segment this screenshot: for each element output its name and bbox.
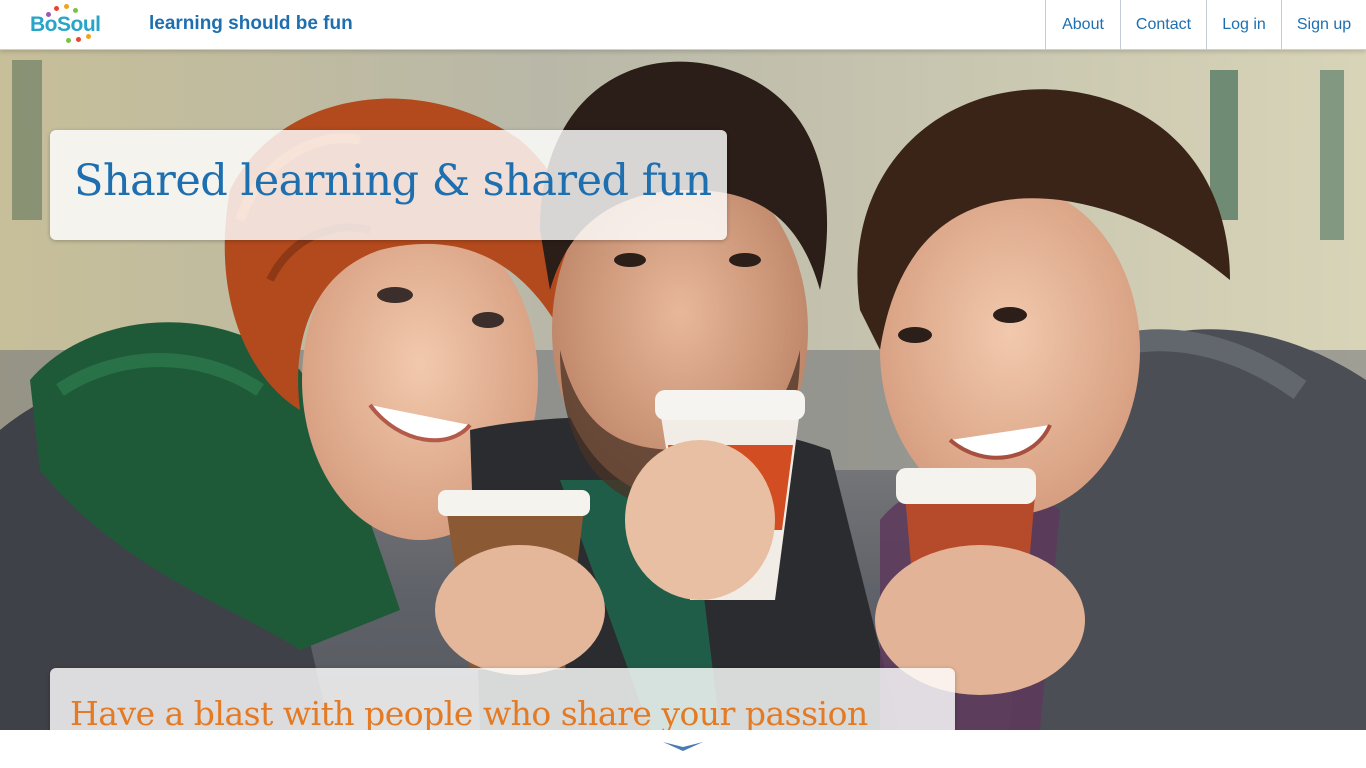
logo-dot (66, 38, 71, 43)
nav-login-link[interactable]: Log in (1206, 0, 1281, 50)
hero-subheadline: Have a blast with people who share your … (70, 694, 868, 730)
logo-dot (64, 4, 69, 9)
hero-headline: Shared learning & shared fun (74, 156, 712, 206)
subheadline-card: Have a blast with people who share your … (50, 668, 955, 730)
bosoul-logo[interactable]: BoSoul (28, 4, 118, 46)
nav-about-link[interactable]: About (1045, 0, 1120, 50)
nav-signup-link[interactable]: Sign up (1281, 0, 1366, 50)
site-tagline: learning should be fun (149, 13, 353, 34)
top-navigation-bar: BoSoul learning should be fun About Cont… (0, 0, 1366, 50)
main-nav: About Contact Log in Sign up (1045, 0, 1366, 50)
logo-text: BoSoul (30, 13, 101, 36)
headline-card: Shared learning & shared fun (50, 130, 727, 240)
logo-dot (76, 37, 81, 42)
chevron-down-icon[interactable] (662, 741, 704, 753)
logo-dot (54, 6, 59, 11)
nav-contact-link[interactable]: Contact (1120, 0, 1206, 50)
hero-banner: Shared learning & shared fun Have a blas… (0, 50, 1366, 730)
